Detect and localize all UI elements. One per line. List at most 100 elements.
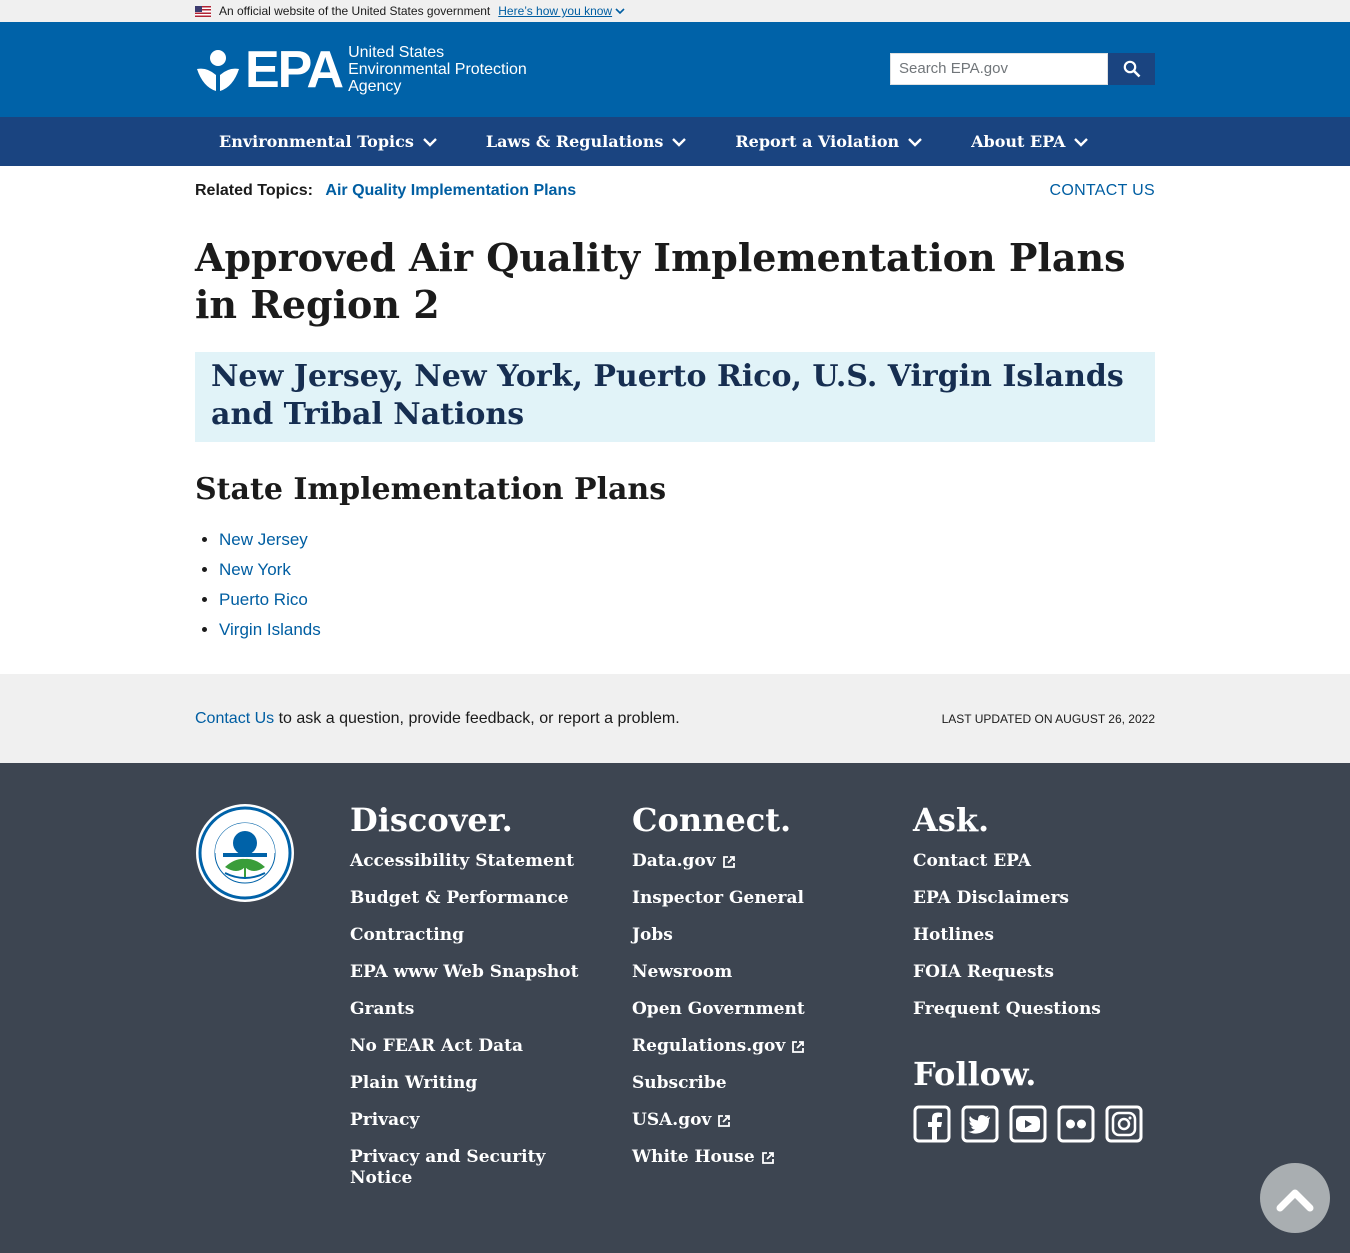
nav-label: Environmental Topics	[219, 132, 414, 151]
connect-heading: Connect.	[632, 801, 792, 839]
footer-link-label: Data.gov	[632, 851, 716, 871]
heres-how-you-know-link[interactable]: Here’s how you know	[498, 4, 625, 18]
external-link-icon	[722, 855, 735, 868]
epa-logo[interactable]: EPA United States Environmental Protecti…	[195, 40, 527, 99]
feedback-contact-link[interactable]: Contact Us	[195, 710, 274, 727]
back-to-top-button[interactable]	[1260, 1163, 1330, 1233]
feedback-bar: Contact Us to ask a question, provide fe…	[0, 674, 1350, 763]
footer-link[interactable]: Privacy	[350, 1110, 590, 1131]
agency-name-line-1: United States	[348, 44, 445, 61]
twitter-icon[interactable]	[961, 1105, 999, 1143]
epa-wordmark: EPA	[245, 40, 344, 99]
footer-link[interactable]: EPA www Web Snapshot	[350, 962, 590, 983]
nav-label: Laws & Regulations	[485, 132, 664, 151]
search-input[interactable]	[890, 52, 1108, 85]
page-title: Approved Air Quality Implementation Plan…	[195, 235, 1126, 327]
last-updated: LAST UPDATED ON AUGUST 26, 2022	[941, 711, 1155, 726]
site-footer: Discover. Accessibility Statement Budget…	[0, 763, 1350, 1253]
chevron-down-icon	[672, 137, 687, 147]
footer-discover: Discover. Accessibility Statement Budget…	[350, 801, 590, 1205]
list-item: New York	[219, 558, 321, 588]
external-link-icon	[761, 1151, 774, 1164]
facebook-icon[interactable]	[913, 1105, 951, 1143]
footer-link[interactable]: Budget & Performance	[350, 888, 590, 909]
epa-seal-icon	[196, 804, 294, 902]
search-icon	[1123, 60, 1140, 77]
footer-link-external[interactable]: USA.gov	[632, 1110, 872, 1131]
footer-link[interactable]: Accessibility Statement	[350, 851, 590, 872]
epa-flower-logo-icon	[197, 49, 239, 91]
youtube-icon[interactable]	[1009, 1105, 1047, 1143]
region-box: New Jersey, New York, Puerto Rico, U.S. …	[195, 352, 1155, 442]
footer-link[interactable]: Open Government	[632, 999, 872, 1020]
footer-link-label: Regulations.gov	[632, 1036, 786, 1056]
footer-link[interactable]: Newsroom	[632, 962, 872, 983]
main-nav: Environmental Topics Laws & Regulations …	[0, 117, 1350, 166]
agency-name-line-3: Agency	[348, 78, 402, 95]
footer-follow: Follow.	[913, 1055, 1143, 1143]
site-header: EPA United States Environmental Protecti…	[0, 22, 1350, 117]
footer-link[interactable]: Jobs	[632, 925, 872, 946]
nav-report-violation[interactable]: Report a Violation	[711, 132, 947, 151]
section-heading: State Implementation Plans	[195, 472, 667, 507]
footer-link[interactable]: Grants	[350, 999, 590, 1020]
chevron-down-icon	[615, 8, 625, 15]
us-flag-icon	[195, 5, 211, 17]
chevron-down-icon	[422, 137, 437, 147]
footer-connect: Connect. Data.gov Inspector General Jobs…	[632, 801, 872, 1184]
gov-banner-text: An official website of the United States…	[219, 4, 491, 18]
footer-link-external[interactable]: Regulations.gov	[632, 1036, 872, 1057]
footer-link[interactable]: Plain Writing	[350, 1073, 590, 1094]
ask-heading: Ask.	[913, 801, 990, 839]
footer-link[interactable]: Inspector General	[632, 888, 872, 909]
feedback-message: to ask a question, provide feedback, or …	[274, 709, 680, 727]
list-item: Puerto Rico	[219, 588, 321, 618]
discover-heading: Discover.	[350, 801, 513, 839]
state-link-new-york[interactable]: New York	[219, 560, 291, 579]
region-heading: New Jersey, New York, Puerto Rico, U.S. …	[211, 359, 1124, 432]
nav-laws-regulations[interactable]: Laws & Regulations	[462, 132, 712, 151]
social-links	[913, 1105, 1143, 1143]
contact-us-link[interactable]: CONTACT US	[1049, 182, 1155, 200]
footer-link[interactable]: Subscribe	[632, 1073, 872, 1094]
footer-link-external[interactable]: White House	[632, 1147, 872, 1168]
state-link-new-jersey[interactable]: New Jersey	[219, 530, 308, 549]
nav-environmental-topics[interactable]: Environmental Topics	[195, 132, 462, 151]
footer-link-external[interactable]: Data.gov	[632, 851, 872, 872]
epa-agency-name: United States Environmental Protection A…	[348, 44, 527, 95]
footer-link[interactable]: Hotlines	[913, 925, 1153, 946]
list-item: New Jersey	[219, 528, 321, 558]
footer-link[interactable]: FOIA Requests	[913, 962, 1153, 983]
list-item: Virgin Islands	[219, 618, 321, 648]
footer-ask: Ask. Contact EPA EPA Disclaimers Hotline…	[913, 801, 1153, 1036]
nav-label: Report a Violation	[735, 132, 900, 151]
search-form	[890, 52, 1155, 85]
state-link-virgin-islands[interactable]: Virgin Islands	[219, 620, 321, 639]
external-link-icon	[718, 1114, 731, 1127]
nav-label: About EPA	[971, 132, 1066, 151]
footer-link[interactable]: Privacy and Security Notice	[350, 1147, 590, 1189]
related-topics-bar: Related Topics: Air Quality Implementati…	[195, 182, 1155, 200]
footer-link-label: White House	[632, 1147, 755, 1167]
heres-how-you-know-label: Here’s how you know	[498, 4, 613, 18]
instagram-icon[interactable]	[1105, 1105, 1143, 1143]
nav-about-epa[interactable]: About EPA	[947, 132, 1113, 151]
flickr-icon[interactable]	[1057, 1105, 1095, 1143]
footer-link[interactable]: No FEAR Act Data	[350, 1036, 590, 1057]
footer-link[interactable]: EPA Disclaimers	[913, 888, 1153, 909]
feedback-text: Contact Us to ask a question, provide fe…	[195, 710, 680, 728]
related-topic-link[interactable]: Air Quality Implementation Plans	[325, 182, 576, 199]
footer-link[interactable]: Frequent Questions	[913, 999, 1153, 1020]
gov-banner: An official website of the United States…	[0, 0, 1350, 22]
related-topics-label: Related Topics:	[195, 182, 313, 199]
chevron-down-icon	[908, 137, 922, 147]
chevron-up-icon	[1276, 1189, 1314, 1212]
search-button[interactable]	[1108, 52, 1155, 85]
state-list: New Jersey New York Puerto Rico Virgin I…	[219, 528, 321, 648]
footer-link[interactable]: Contact EPA	[913, 851, 1153, 872]
footer-link[interactable]: Contracting	[350, 925, 590, 946]
follow-heading: Follow.	[913, 1055, 1037, 1093]
footer-link-label: USA.gov	[632, 1110, 712, 1130]
state-link-puerto-rico[interactable]: Puerto Rico	[219, 590, 308, 609]
agency-name-line-2: Environmental Protection	[348, 61, 527, 78]
